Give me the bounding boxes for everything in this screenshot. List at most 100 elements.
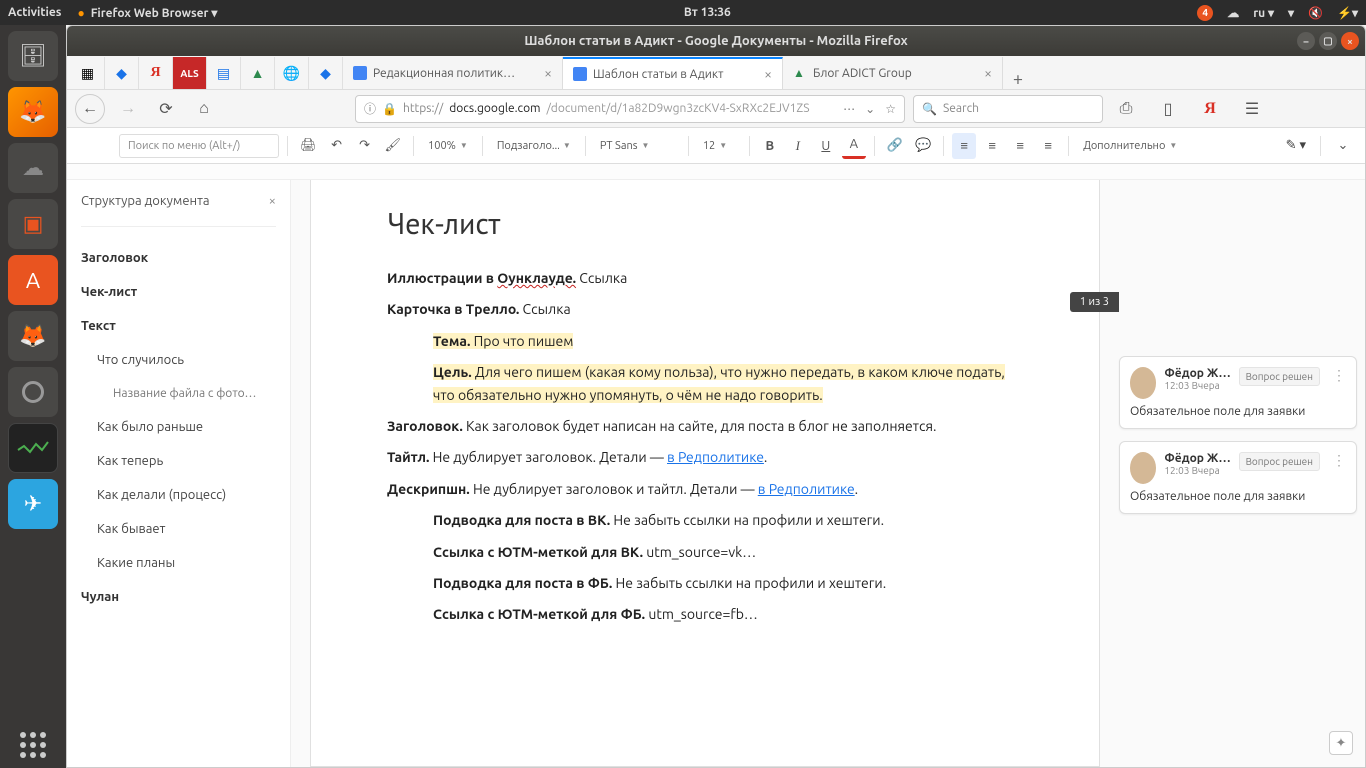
- url-bar[interactable]: ⓘ 🔒 https://docs.google.com/document/d/1…: [355, 95, 905, 123]
- tab-2[interactable]: ▲ Блог ADICT Group ×: [783, 57, 1003, 89]
- nav-bar: ← → ⟳ ⌂ ⓘ 🔒 https://docs.google.com/docu…: [67, 90, 1365, 128]
- text-color-button[interactable]: A: [842, 133, 866, 159]
- launcher-system-monitor[interactable]: [8, 423, 58, 473]
- outline-item-3[interactable]: Что случилось: [81, 343, 290, 377]
- comment-resolve-button[interactable]: Вопрос решен: [1239, 367, 1320, 386]
- outline-item-10[interactable]: Чулан: [81, 580, 290, 614]
- outline-item-4[interactable]: Название файла с фото…: [81, 377, 290, 410]
- pinned-tab-6[interactable]: 🌐: [275, 57, 309, 89]
- sidebar-icon[interactable]: ▯: [1153, 94, 1183, 124]
- menu-icon[interactable]: ☰: [1237, 94, 1267, 124]
- language-indicator[interactable]: ru ▾: [1253, 6, 1274, 20]
- outline-item-7[interactable]: Как делали (процесс): [81, 478, 290, 512]
- outline-item-8[interactable]: Как бывает: [81, 512, 290, 546]
- window-minimize[interactable]: –: [1297, 32, 1315, 50]
- new-tab-button[interactable]: +: [1003, 69, 1033, 89]
- firefox-menu-icon: ●: [77, 6, 84, 20]
- launcher-gimp[interactable]: 🦊: [8, 311, 58, 361]
- underline-button[interactable]: U: [814, 133, 838, 159]
- outline-close-icon[interactable]: ×: [269, 194, 276, 208]
- insert-link-button[interactable]: 🔗: [883, 133, 907, 159]
- search-bar[interactable]: 🔍 Search: [913, 95, 1103, 123]
- tab-1-close[interactable]: ×: [764, 66, 772, 82]
- forward-button[interactable]: →: [113, 94, 143, 124]
- align-center-button[interactable]: ≡: [980, 133, 1004, 159]
- pinned-tab-1[interactable]: ◆: [105, 57, 139, 89]
- launcher-telegram[interactable]: ✈: [8, 479, 58, 529]
- comment-0[interactable]: Фёдор Ж…12:03 ВчераВопрос решен⋮Обязател…: [1119, 356, 1357, 429]
- cloud-icon[interactable]: ☁: [1227, 6, 1239, 20]
- link-redpolicy-2[interactable]: в Редполитике: [758, 481, 855, 497]
- explore-button[interactable]: ✦: [1329, 731, 1353, 755]
- volume-icon[interactable]: 🔇: [1308, 6, 1323, 20]
- launcher-settings[interactable]: [8, 367, 58, 417]
- expand-button[interactable]: ⌄: [1331, 133, 1355, 159]
- align-justify-button[interactable]: ≡: [1036, 133, 1060, 159]
- paint-format-button[interactable]: 🖌: [381, 133, 406, 159]
- redo-button[interactable]: ↷: [353, 133, 377, 159]
- font-dropdown[interactable]: PT Sans▼: [594, 133, 680, 159]
- align-left-button[interactable]: ≡: [952, 133, 976, 159]
- back-button[interactable]: ←: [75, 94, 105, 124]
- window-maximize[interactable]: ▢: [1319, 32, 1337, 50]
- outline-item-6[interactable]: Как теперь: [81, 444, 290, 478]
- pocket-icon[interactable]: ⌄: [865, 102, 875, 116]
- tab-0-close[interactable]: ×: [544, 65, 552, 81]
- tab-2-close[interactable]: ×: [984, 65, 992, 81]
- align-right-button[interactable]: ≡: [1008, 133, 1032, 159]
- more-tools-dropdown[interactable]: Дополнительно▼: [1077, 133, 1183, 159]
- launcher-software[interactable]: A: [8, 255, 58, 305]
- yandex-icon[interactable]: Я: [1195, 94, 1225, 124]
- bold-button[interactable]: B: [758, 133, 782, 159]
- print-button[interactable]: 🖨: [296, 133, 321, 159]
- document-page[interactable]: Чек-лист Иллюстрации в Оунклауде. Ссылка…: [310, 180, 1100, 767]
- pinned-tab-7[interactable]: ◆: [309, 57, 343, 89]
- menu-search-input[interactable]: Поиск по меню (Alt+/): [119, 134, 279, 158]
- outline-item-2[interactable]: Текст: [81, 309, 290, 343]
- avatar: [1130, 367, 1156, 399]
- link-redpolicy-1[interactable]: в Редполитике: [667, 449, 764, 465]
- pinned-tab-4[interactable]: ▤: [207, 57, 241, 89]
- launcher-nextcloud[interactable]: ☁: [8, 143, 58, 193]
- window-close[interactable]: ×: [1341, 32, 1359, 50]
- comment-author: Фёдор Ж…: [1164, 452, 1230, 465]
- url-path: /document/d/1a82D9wgn3zcKV4-SxRXc2EJV1ZS: [546, 102, 809, 115]
- italic-button[interactable]: I: [786, 133, 810, 159]
- editing-mode-button[interactable]: ✎ ▾: [1282, 133, 1310, 159]
- pinned-tab-3[interactable]: ALS: [173, 57, 207, 89]
- page-area[interactable]: Чек-лист Иллюстрации в Оунклауде. Ссылка…: [291, 180, 1119, 767]
- reload-button[interactable]: ⟳: [151, 94, 181, 124]
- wifi-icon[interactable]: ▾: [1288, 6, 1294, 20]
- bookmark-icon[interactable]: ☆: [885, 102, 896, 116]
- home-button[interactable]: ⌂: [189, 94, 219, 124]
- comment-1[interactable]: Фёдор Ж…12:03 ВчераВопрос решен⋮Обязател…: [1119, 441, 1357, 514]
- style-dropdown[interactable]: Подзаголо...▼: [491, 133, 577, 159]
- battery-icon[interactable]: ⚡▾: [1337, 6, 1358, 20]
- zoom-dropdown[interactable]: 100%▼: [422, 133, 474, 159]
- outline-item-0[interactable]: Заголовок: [81, 241, 290, 275]
- activities-button[interactable]: Activities: [8, 6, 61, 19]
- page-action-icon[interactable]: ⋯: [843, 102, 855, 116]
- app-menu[interactable]: Firefox Web Browser ▾: [91, 6, 218, 20]
- comment-resolve-button[interactable]: Вопрос решен: [1239, 452, 1320, 471]
- comment-menu-icon[interactable]: ⋮: [1332, 452, 1346, 469]
- comment-menu-icon[interactable]: ⋮: [1332, 367, 1346, 384]
- launcher-files[interactable]: 🗄: [8, 31, 58, 81]
- library-icon[interactable]: ⎙: [1111, 94, 1141, 124]
- launcher-firefox[interactable]: 🦊: [8, 87, 58, 137]
- docs-body: Структура документа × ЗаголовокЧек-листТ…: [67, 180, 1365, 767]
- outline-item-1[interactable]: Чек-лист: [81, 275, 290, 309]
- insert-comment-button[interactable]: 💬: [911, 133, 935, 159]
- notification-badge[interactable]: 4: [1197, 5, 1213, 21]
- pinned-tab-5[interactable]: ▲: [241, 57, 275, 89]
- undo-button[interactable]: ↶: [325, 133, 349, 159]
- outline-item-5[interactable]: Как было раньше: [81, 410, 290, 444]
- pinned-tab-0[interactable]: ▦: [71, 57, 105, 89]
- outline-item-9[interactable]: Какие планы: [81, 546, 290, 580]
- tab-1[interactable]: Шаблон статьи в Адикт ×: [563, 57, 783, 89]
- fontsize-dropdown[interactable]: 12▼: [697, 133, 741, 159]
- tab-0[interactable]: Редакционная политик… ×: [343, 57, 563, 89]
- launcher-apps-grid[interactable]: [20, 732, 46, 758]
- launcher-sublime[interactable]: ▣: [8, 199, 58, 249]
- pinned-tab-2[interactable]: Я: [139, 57, 173, 89]
